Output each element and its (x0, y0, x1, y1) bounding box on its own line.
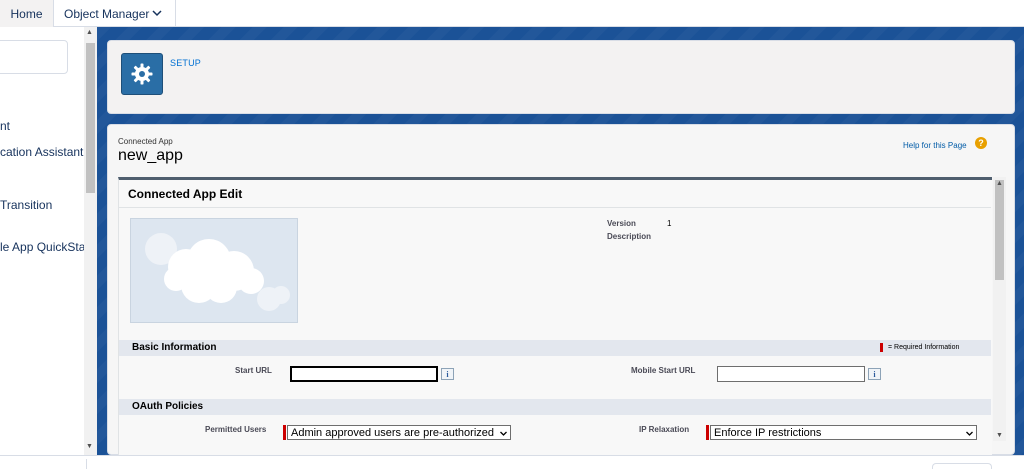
start-url-label: Start URL (235, 366, 272, 375)
required-marker (880, 343, 883, 352)
bottom-divider (86, 459, 87, 469)
setup-header-card (107, 40, 1015, 114)
bottom-utility-button[interactable] (932, 463, 992, 469)
content-scroll-up[interactable]: ▲ (996, 180, 1003, 187)
salesforce-cloud-logo (145, 233, 290, 311)
basic-information-section (119, 340, 991, 356)
ip-relaxation-label: IP Relaxation (639, 425, 690, 434)
description-label: Description (607, 232, 652, 241)
permitted-users-label: Permitted Users (205, 425, 267, 434)
edit-block-header (119, 180, 991, 208)
required-information-note: = Required Information (888, 344, 960, 351)
top-nav: Home Object Manager (0, 0, 1024, 27)
bottom-bar (0, 455, 1024, 469)
mobile-start-url-input[interactable] (717, 366, 865, 382)
sidebar-item-1[interactable]: nt (0, 119, 10, 133)
oauth-policies-section (119, 399, 991, 415)
help-icon[interactable]: ? (975, 137, 987, 149)
content-scroll-thumb[interactable] (995, 180, 1004, 280)
chevron-down-icon (966, 431, 973, 436)
sidebar-scroll-thumb[interactable] (86, 43, 95, 193)
quick-find-input[interactable] (0, 40, 68, 74)
setup-gear-tile (121, 53, 163, 95)
basic-information-title: Basic Information (132, 342, 217, 353)
sidebar-item-2[interactable]: cation Assistant (0, 145, 83, 159)
page-title: new_app (118, 147, 183, 164)
setup-sidebar: nt cation Assistant Transition le App Qu… (0, 27, 97, 455)
app-logo-placeholder (130, 218, 298, 323)
start-url-input[interactable] (290, 366, 438, 382)
sidebar-scroll-down[interactable]: ▼ (86, 443, 93, 450)
start-url-info-icon[interactable]: i (441, 368, 454, 380)
edit-block-title: Connected App Edit (128, 187, 243, 201)
mobile-start-url-label: Mobile Start URL (631, 366, 696, 375)
chevron-down-icon (500, 431, 507, 436)
page-subtitle: Connected App (118, 137, 173, 146)
gear-icon (131, 63, 153, 85)
ip-relaxation-select[interactable]: Enforce IP restrictions (710, 425, 977, 440)
ip-relaxation-value: Enforce IP restrictions (714, 426, 822, 439)
tab-object-manager-label: Object Manager (64, 6, 150, 21)
oauth-policies-title: OAuth Policies (132, 401, 204, 412)
ip-relaxation-required-marker (706, 425, 709, 440)
tab-home-label: Home (10, 6, 43, 21)
chevron-down-icon[interactable] (150, 6, 164, 20)
permitted-users-value: Admin approved users are pre-authorized (291, 426, 495, 439)
sidebar-item-3[interactable]: Transition (0, 198, 52, 212)
setup-link[interactable]: SETUP (170, 58, 201, 68)
version-value: 1 (667, 219, 672, 228)
mobile-start-url-info-icon[interactable]: i (868, 368, 881, 380)
permitted-users-select[interactable]: Admin approved users are pre-authorized (287, 425, 511, 440)
version-label: Version (607, 219, 636, 228)
content-scroll-down[interactable]: ▼ (996, 432, 1003, 439)
sidebar-scroll-up[interactable]: ▲ (86, 29, 93, 36)
permitted-users-required-marker (283, 425, 286, 440)
tab-home[interactable]: Home (0, 0, 54, 27)
help-for-this-page-link[interactable]: Help for this Page (903, 141, 967, 150)
sidebar-item-4[interactable]: le App QuickStart (0, 240, 93, 254)
